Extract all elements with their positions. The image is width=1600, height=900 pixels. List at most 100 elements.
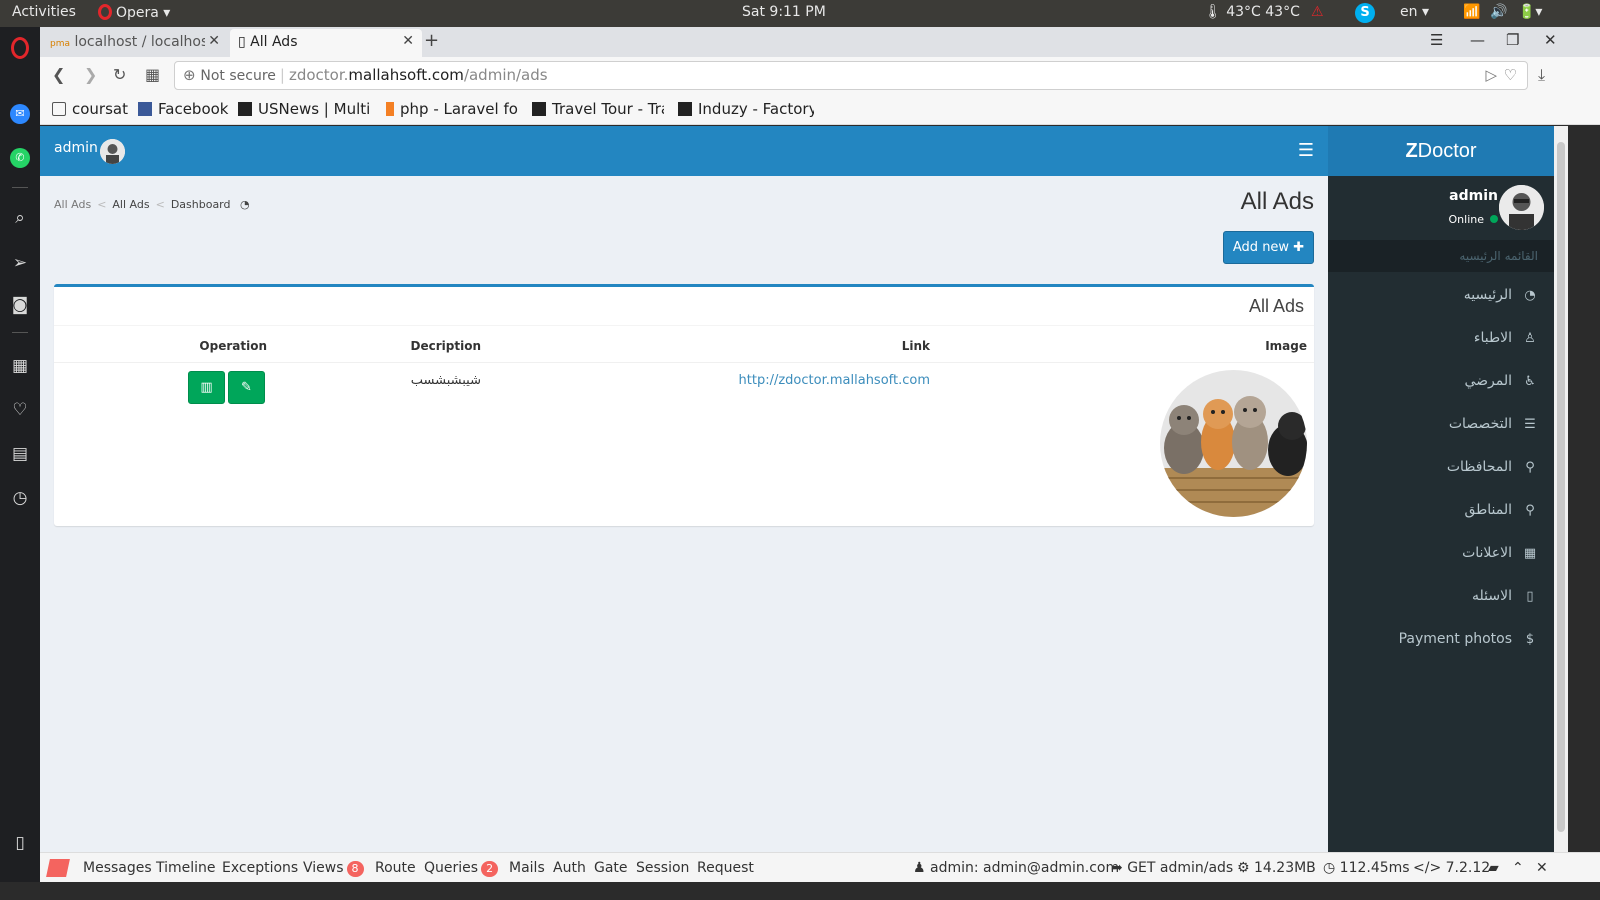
speed-dial-icon[interactable]: ▦ [8,354,32,378]
film-icon: ▦ [1523,546,1537,561]
reload-icon[interactable]: ↻ [113,65,126,84]
bookmark-induzy[interactable]: Induzy - Factory & [678,100,814,118]
breadcrumb-item[interactable]: Dashboard [171,198,231,211]
wifi-icon[interactable]: 📶 [1463,4,1480,20]
sidebar-item-doctors[interactable]: الاطباء ♙ [1328,319,1554,359]
clock[interactable]: Sat 9:11 PM [742,4,826,20]
delete-button[interactable]: ▥ [188,371,225,404]
sidebar-item-payment-photos[interactable]: Payment photos $ [1328,620,1554,660]
whatsapp-icon[interactable]: ✆ [10,148,30,168]
favorite-heart-icon[interactable]: ♡ [1504,66,1517,84]
dashboard-icon: ◔ [240,198,250,211]
tab-all-ads[interactable]: ▯ All Ads ✕ [230,29,422,57]
url-field[interactable]: ⊕ Not secure | zdoctor.mallahsoft.com/admi… [174,61,1528,90]
new-tab-icon[interactable]: + [424,30,439,51]
sidebar-item-patients[interactable]: المرضي ♿ [1328,362,1554,402]
debug-tab-views[interactable]: Views 8 [303,860,364,877]
facebook-icon [138,102,152,116]
temperature-indicator[interactable]: 🌡 43°C 43°C [1204,4,1300,20]
bookmark-facebook[interactable]: Facebook [138,100,230,118]
debug-tab-timeline[interactable]: Timeline [156,860,216,876]
tab-localhost[interactable]: pma localhost / localhost ✕ [42,29,228,57]
header-avatar[interactable] [100,139,125,164]
bookmark-label: coursat [72,100,128,118]
news-icon[interactable]: ▤ [8,442,32,466]
trash-icon: ▥ [200,380,213,395]
close-tab-icon[interactable]: ✕ [205,33,220,49]
sidebar-item-regions[interactable]: المناطق ⚲ [1328,491,1554,531]
camera-icon[interactable]: ◙ [8,293,32,317]
add-new-button[interactable]: Add new ✚ [1223,231,1314,264]
opera-logo-icon[interactable] [11,37,29,59]
debug-tab-session[interactable]: Session [636,860,689,876]
bookmark-coursat[interactable]: coursat [52,100,132,118]
debug-route-label: GET admin/ads [1127,860,1234,876]
screen-bottom [0,882,1600,900]
sidebar-item-specialties[interactable]: التخصصات ☰ [1328,405,1554,445]
maximize-debugbar-icon[interactable]: ⌃ [1512,860,1524,876]
brand-logo[interactable]: ZDoctor [1328,126,1554,176]
heart-icon[interactable]: ♡ [8,398,32,422]
scrollbar-thumb[interactable] [1557,142,1565,832]
header-user-name[interactable]: admin [54,140,98,156]
bookmark-label: USNews | Multip [258,100,370,118]
send-icon[interactable]: ➢ [8,251,32,275]
close-window-icon[interactable]: ✕ [1544,31,1557,49]
sidebar-item-ads[interactable]: الاعلانات ▦ [1328,534,1554,574]
warning-icon[interactable]: ⚠ [1311,4,1324,20]
sidebar-item-label: الاعلانات [1462,545,1512,561]
debug-auth-label: admin: admin@admin.com [930,860,1120,876]
debug-tab-exceptions[interactable]: Exceptions [222,860,298,876]
share-icon[interactable]: ▷ [1485,66,1497,84]
history-icon[interactable]: ◷ [8,486,32,510]
close-debugbar-icon[interactable]: ✕ [1536,860,1548,876]
close-tab-icon[interactable]: ✕ [402,33,414,49]
tab-menu-icon[interactable]: ☰ [1430,31,1443,49]
share-arrow-icon: ➦ [1111,860,1123,876]
back-icon[interactable]: ❮ [52,65,65,84]
volume-icon[interactable]: 🔊 [1490,4,1507,20]
skype-icon[interactable]: S [1355,3,1375,23]
debug-tab-label: Queries [424,860,479,876]
laravel-logo-icon[interactable] [46,859,70,877]
sidebar-item-governorates[interactable]: المحافظات ⚲ [1328,448,1554,488]
debug-memory-info: ⚙ 14.23MB [1237,860,1316,876]
sidebar-divider [12,187,28,188]
sidebar-item-questions[interactable]: الاسئله ▯ [1328,577,1554,617]
bookmark-usnews[interactable]: USNews | Multip [238,100,370,118]
debug-tab-request[interactable]: Request [697,860,754,876]
debug-tab-route[interactable]: Route [375,860,416,876]
sidebar-item-home[interactable]: الرئيسيه ◔ [1328,276,1554,316]
breadcrumb-item[interactable]: All Ads [112,198,149,211]
folder-open-icon[interactable]: ▰ [1488,860,1499,876]
edit-button[interactable]: ✎ [228,371,265,404]
breadcrumb-item[interactable]: All Ads [54,198,91,211]
debug-tab-queries[interactable]: Queries 2 [424,860,499,877]
debug-tab-mails[interactable]: Mails [509,860,545,876]
ad-link[interactable]: http://zdoctor.mallahsoft.com [739,373,930,388]
brand-logo-text: Doctor [1417,140,1477,162]
page-scrollbar[interactable] [1554,126,1568,852]
bookmark-php-laravel[interactable]: php - Laravel for [386,100,518,118]
forward-icon[interactable]: ❯ [84,65,97,84]
column-header-link: Link [901,339,930,353]
app-menu[interactable]: Opera ▾ [98,4,170,21]
security-label: Not secure [200,68,276,84]
search-icon[interactable]: ⌕ [8,206,32,230]
sidebar-toggle-icon[interactable]: ▯ [8,831,32,855]
debug-tab-messages[interactable]: Messages [83,860,152,876]
restore-icon[interactable]: ❐ [1506,31,1519,49]
tabs-overview-icon[interactable]: ▦ [145,65,160,84]
battery-icon[interactable]: 🔋▾ [1518,4,1542,20]
debug-tab-auth[interactable]: Auth [553,860,586,876]
temperature-label: 43°C 43°C [1226,4,1300,20]
messenger-icon[interactable]: ✉ [10,104,30,124]
minimize-icon[interactable]: — [1470,31,1485,49]
menu-toggle-icon[interactable]: ☰ [1298,140,1314,161]
language-indicator[interactable]: en ▾ [1400,4,1429,20]
bookmark-travel-tour[interactable]: Travel Tour - Trav [532,100,664,118]
debug-tab-gate[interactable]: Gate [594,860,628,876]
page-title: All Ads [1240,188,1314,215]
download-icon[interactable]: ⤓ [1538,65,1545,85]
activities-button[interactable]: Activities [12,4,76,20]
